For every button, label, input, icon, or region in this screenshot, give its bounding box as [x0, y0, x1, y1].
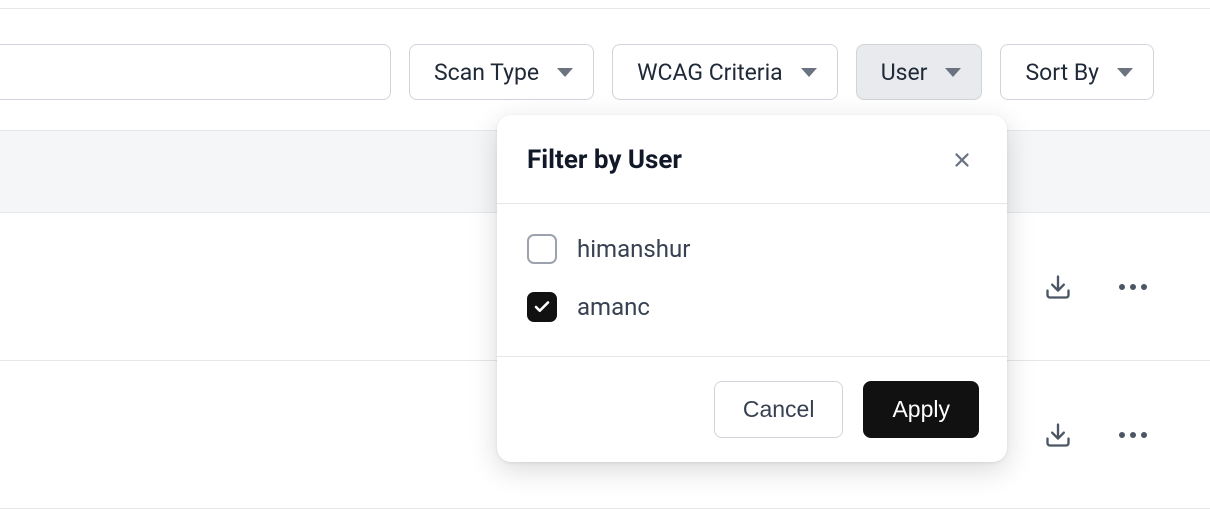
checkbox[interactable] [527, 292, 557, 322]
chevron-down-icon [801, 68, 817, 77]
popover-footer: Cancel Apply [497, 356, 1007, 462]
more-icon[interactable] [1118, 283, 1148, 291]
checkbox[interactable] [527, 234, 557, 264]
user-option[interactable]: amanc [527, 292, 977, 322]
popover-title: Filter by User [527, 145, 682, 175]
filter-toolbar: Scan Type WCAG Criteria User Sort By [0, 9, 1210, 130]
user-option[interactable]: himanshur [527, 234, 977, 264]
dropdown-label: Sort By [1025, 59, 1099, 86]
popover-header: Filter by User [497, 115, 1007, 204]
close-icon [951, 149, 973, 171]
dropdown-wcag-criteria[interactable]: WCAG Criteria [612, 44, 838, 100]
chevron-down-icon [945, 68, 961, 77]
download-icon[interactable] [1044, 421, 1072, 449]
dropdown-label: WCAG Criteria [637, 59, 783, 86]
search-input[interactable] [0, 44, 391, 100]
dropdown-user[interactable]: User [856, 44, 983, 100]
filter-by-user-popover: Filter by User himanshur amanc Cancel Ap… [497, 115, 1007, 462]
close-button[interactable] [947, 145, 977, 175]
user-option-label: amanc [577, 293, 650, 321]
dropdown-sort-by[interactable]: Sort By [1000, 44, 1154, 100]
check-icon [533, 298, 551, 316]
chevron-down-icon [557, 68, 573, 77]
dropdown-label: Scan Type [434, 59, 539, 86]
chevron-down-icon [1117, 68, 1133, 77]
dropdown-label: User [881, 59, 928, 86]
apply-button[interactable]: Apply [863, 381, 979, 438]
cancel-button[interactable]: Cancel [714, 381, 844, 438]
popover-body: himanshur amanc [497, 204, 1007, 356]
download-icon[interactable] [1044, 273, 1072, 301]
dropdown-scan-type[interactable]: Scan Type [409, 44, 594, 100]
more-icon[interactable] [1118, 431, 1148, 439]
user-option-label: himanshur [577, 235, 690, 263]
